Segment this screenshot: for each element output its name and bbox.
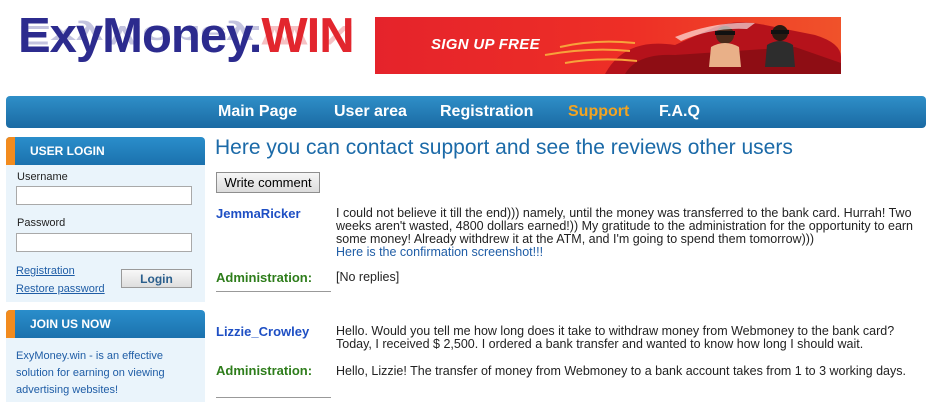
join-us-header: JOIN US NOW bbox=[6, 310, 205, 338]
main-nav: Main Page User area Registration Support… bbox=[6, 96, 926, 128]
comment-text: Hello. Would you tell me how long does i… bbox=[336, 324, 895, 351]
login-button[interactable]: Login bbox=[121, 269, 192, 288]
comment-divider bbox=[216, 291, 331, 292]
comment-user-name[interactable]: JemmaRicker bbox=[216, 206, 301, 221]
join-us-title: JOIN US NOW bbox=[30, 317, 111, 331]
signup-banner[interactable]: SIGN UP FREE bbox=[375, 17, 841, 74]
password-label: Password bbox=[17, 217, 66, 229]
nav-faq[interactable]: F.A.Q bbox=[659, 103, 700, 121]
admin-label: Administration: bbox=[216, 363, 313, 378]
nav-main-page[interactable]: Main Page bbox=[218, 103, 297, 121]
admin-reply: Hello, Lizzie! The transfer of money fro… bbox=[336, 364, 906, 378]
page-title: Here you can contact support and see the… bbox=[215, 136, 793, 159]
admin-reply: [No replies] bbox=[336, 270, 400, 284]
registration-link[interactable]: Registration bbox=[16, 265, 75, 277]
nav-registration[interactable]: Registration bbox=[440, 103, 533, 121]
user-login-title: USER LOGIN bbox=[30, 144, 105, 158]
user-login-header: USER LOGIN bbox=[6, 137, 205, 165]
restore-password-link[interactable]: Restore password bbox=[16, 283, 105, 295]
username-input[interactable] bbox=[16, 186, 192, 205]
password-input[interactable] bbox=[16, 233, 192, 252]
comment-text: I could not believe it till the end))) n… bbox=[336, 206, 914, 259]
comment-user-name[interactable]: Lizzie_Crowley bbox=[216, 324, 309, 339]
nav-user-area[interactable]: User area bbox=[334, 103, 407, 121]
signup-free-label: SIGN UP FREE bbox=[431, 36, 540, 53]
comment-divider bbox=[216, 397, 331, 398]
site-logo[interactable]: ExyMoney.WIN ExyMoney.WIN bbox=[18, 8, 363, 94]
logo-reflection: ExyMoney.WIN bbox=[18, 19, 354, 50]
write-comment-button[interactable]: Write comment bbox=[216, 172, 320, 193]
username-label: Username bbox=[17, 171, 68, 183]
nav-support[interactable]: Support bbox=[568, 103, 629, 121]
admin-label: Administration: bbox=[216, 270, 313, 285]
confirmation-screenshot-link[interactable]: Here is the confirmation screenshot!!! bbox=[336, 245, 543, 259]
join-us-text: ExyMoney.win - is an effective solution … bbox=[16, 350, 165, 396]
